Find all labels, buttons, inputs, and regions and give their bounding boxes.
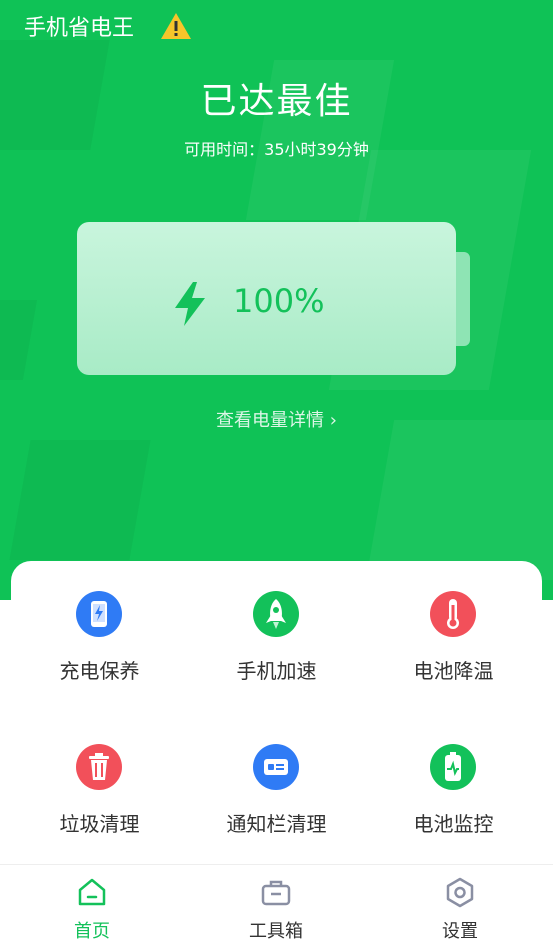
tool-battery-cooling[interactable]: 电池降温 [365,561,542,701]
bottom-nav: 首页 工具箱 设置 [0,864,553,952]
tool-label: 垃圾清理 [59,812,140,836]
available-time-value: 35小时39分钟 [264,140,369,159]
tool-label: 电池监控 [413,812,494,836]
battery-monitor-icon [430,744,476,790]
hero-banner: 手机省电王 已达最佳 可用时间：35小时39分钟 100% 查看电量详情 › [0,0,553,600]
tool-junk-clean[interactable]: 垃圾清理 [11,714,188,854]
nav-toolbox[interactable]: 工具箱 [184,865,368,952]
rocket-icon [253,591,299,637]
nav-home-label: 首页 [74,921,110,942]
available-time: 可用时间：35小时39分钟 [0,136,553,160]
tool-notification-clean[interactable]: 通知栏清理 [188,714,365,854]
tool-label: 充电保养 [59,659,140,683]
tool-label: 手机加速 [236,659,317,683]
nav-toolbox-label: 工具箱 [249,921,303,942]
tool-label: 电池降温 [413,659,494,683]
available-time-label: 可用时间： [184,140,265,159]
battery-indicator: 100% [77,222,456,375]
lightning-bolt-icon [175,282,205,326]
battery-tip [456,252,470,346]
home-icon [78,878,106,906]
battery-details-link[interactable]: 查看电量详情 › [0,406,553,432]
nav-home[interactable]: 首页 [0,865,184,952]
tool-battery-monitor[interactable]: 电池监控 [365,714,542,854]
nav-settings-label: 设置 [442,921,478,942]
thermometer-icon [430,591,476,637]
notification-card-icon [253,744,299,790]
nav-settings[interactable]: 设置 [368,865,552,952]
status-title: 已达最佳 [200,81,353,122]
tool-charge-care[interactable]: 充电保养 [11,561,188,701]
app-title: 手机省电王 [24,16,135,41]
tools-panel: 充电保养 手机加速 电池降温 垃圾清理 通知栏清理 电池监控 [11,561,542,891]
trash-icon [76,744,122,790]
tool-label: 通知栏清理 [226,812,327,836]
settings-hexagon-icon [446,877,474,908]
toolbox-icon [261,880,291,906]
phone-charge-icon [76,591,122,637]
tool-phone-boost[interactable]: 手机加速 [188,561,365,701]
warning-icon[interactable] [160,12,192,40]
battery-level: 100% [233,282,325,320]
